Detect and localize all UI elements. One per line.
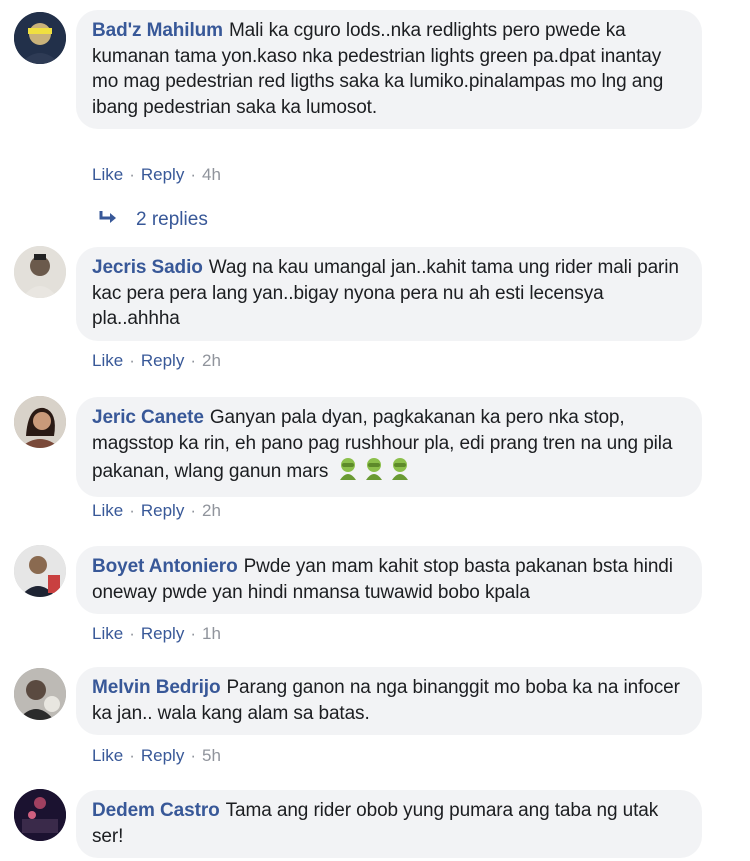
comment-bubble: Boyet Antoniero Pwde yan mam kahit stop b… (76, 546, 702, 614)
view-replies-link[interactable]: 2 replies (98, 209, 208, 231)
comment-author[interactable]: Jeric Canete (92, 407, 204, 428)
comment-bubble: Melvin Bedrijo Parang ganon na nga binang… (76, 667, 702, 735)
timestamp[interactable]: 5h (202, 746, 221, 765)
separator: · (129, 624, 135, 643)
avatar[interactable] (14, 12, 66, 64)
reply-button[interactable]: Reply (141, 501, 184, 520)
comment-actions: Like · Reply · 5h (92, 746, 221, 766)
reply-button[interactable]: Reply (141, 746, 184, 765)
reply-arrow-icon (98, 209, 118, 231)
separator: · (190, 624, 196, 643)
avatar[interactable] (14, 396, 66, 448)
separator: · (129, 746, 135, 765)
comment-author[interactable]: Boyet Antoniero (92, 556, 238, 577)
timestamp[interactable]: 1h (202, 624, 221, 643)
separator: · (190, 746, 196, 765)
comment-bubble: Bad'z Mahilum Mali ka cguro lods..nka red… (76, 10, 702, 129)
timestamp[interactable]: 2h (202, 351, 221, 370)
comment-bubble: Dedem Castro Tama ang rider obob yung pum… (76, 790, 702, 858)
separator: · (129, 351, 135, 370)
replies-count: 2 replies (136, 209, 208, 231)
separator: · (190, 351, 196, 370)
separator: · (190, 165, 196, 184)
reply-button[interactable]: Reply (141, 624, 184, 643)
comment-author[interactable]: Bad'z Mahilum (92, 20, 223, 41)
comment-actions: Like · Reply · 4h (92, 165, 221, 185)
like-button[interactable]: Like (92, 165, 123, 184)
avatar[interactable] (14, 545, 66, 597)
like-button[interactable]: Like (92, 624, 123, 643)
avatar[interactable] (14, 246, 66, 298)
comment-bubble: Jecris Sadio Wag na kau umangal jan..kahi… (76, 247, 702, 341)
separator: · (190, 501, 196, 520)
comment-author[interactable]: Dedem Castro (92, 800, 220, 821)
like-button[interactable]: Like (92, 351, 123, 370)
like-button[interactable]: Like (92, 501, 123, 520)
comment-actions: Like · Reply · 2h (92, 351, 221, 371)
separator: · (129, 501, 135, 520)
comment-author[interactable]: Jecris Sadio (92, 257, 203, 278)
timestamp[interactable]: 4h (202, 165, 221, 184)
comment-bubble: Jeric Canete Ganyan pala dyan, pagkakanan… (76, 397, 702, 497)
avatar[interactable] (14, 668, 66, 720)
comment-actions: Like · Reply · 2h (92, 501, 221, 521)
like-button[interactable]: Like (92, 746, 123, 765)
reply-button[interactable]: Reply (141, 351, 184, 370)
comment-author[interactable]: Melvin Bedrijo (92, 677, 221, 698)
separator: · (129, 165, 135, 184)
timestamp[interactable]: 2h (202, 501, 221, 520)
comment-actions: Like · Reply · 1h (92, 624, 221, 644)
avatar[interactable] (14, 789, 66, 841)
reply-button[interactable]: Reply (141, 165, 184, 184)
facepalm-emoji-icon (337, 456, 411, 488)
